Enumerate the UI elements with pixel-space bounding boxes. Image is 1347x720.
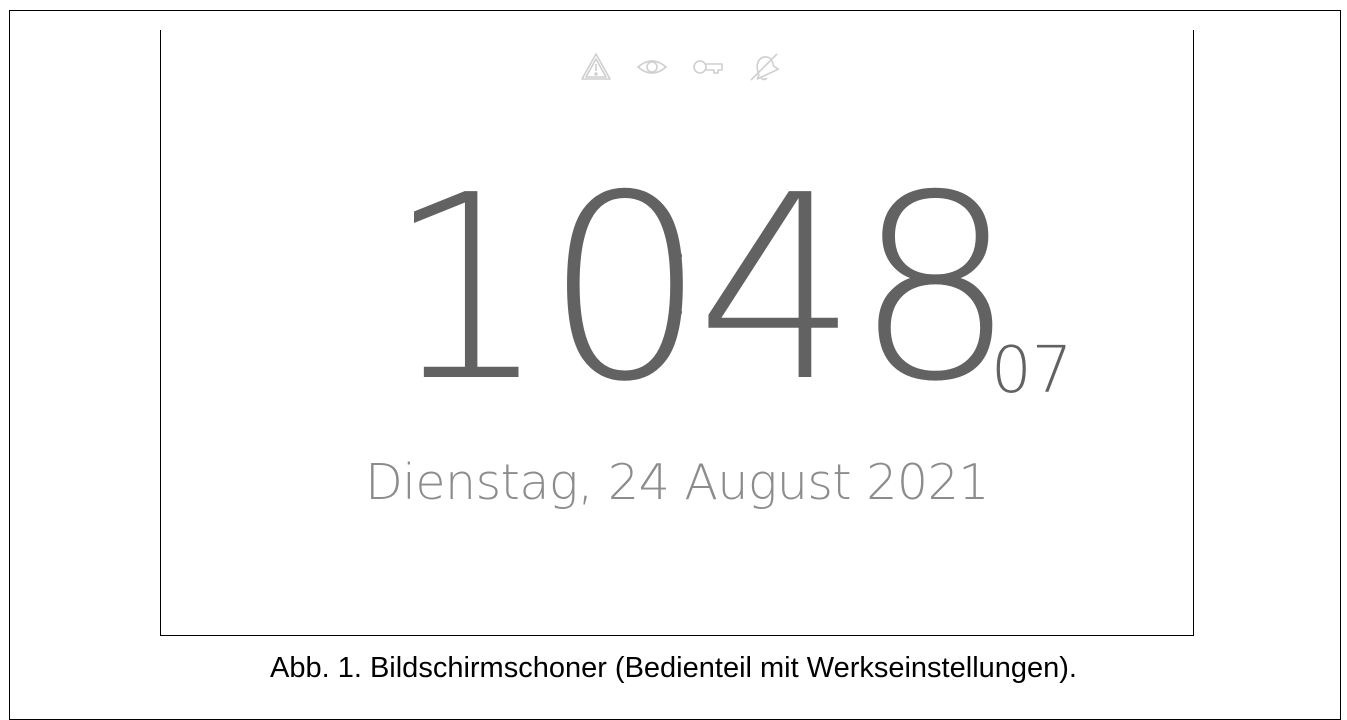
figure-caption: Abb. 1. Bildschirmschoner (Bedienteil mi… — [270, 652, 1077, 684]
keypad-screen[interactable]: 10 48 07 Dienstag, 24 August 2021 — [160, 30, 1194, 636]
clock-minutes: 48 — [696, 141, 1016, 438]
key-icon — [691, 50, 725, 84]
eye-icon — [635, 50, 669, 84]
clock-colon — [672, 251, 684, 323]
clock-hours: 10 — [386, 141, 706, 438]
clock-seconds: 07 — [991, 334, 1073, 408]
warning-icon — [579, 50, 613, 84]
clock-display: 10 48 07 — [386, 155, 1106, 425]
date-display: Dienstag, 24 August 2021 — [365, 454, 989, 511]
bell-off-icon — [747, 50, 781, 84]
status-icon-bar — [161, 50, 1193, 84]
